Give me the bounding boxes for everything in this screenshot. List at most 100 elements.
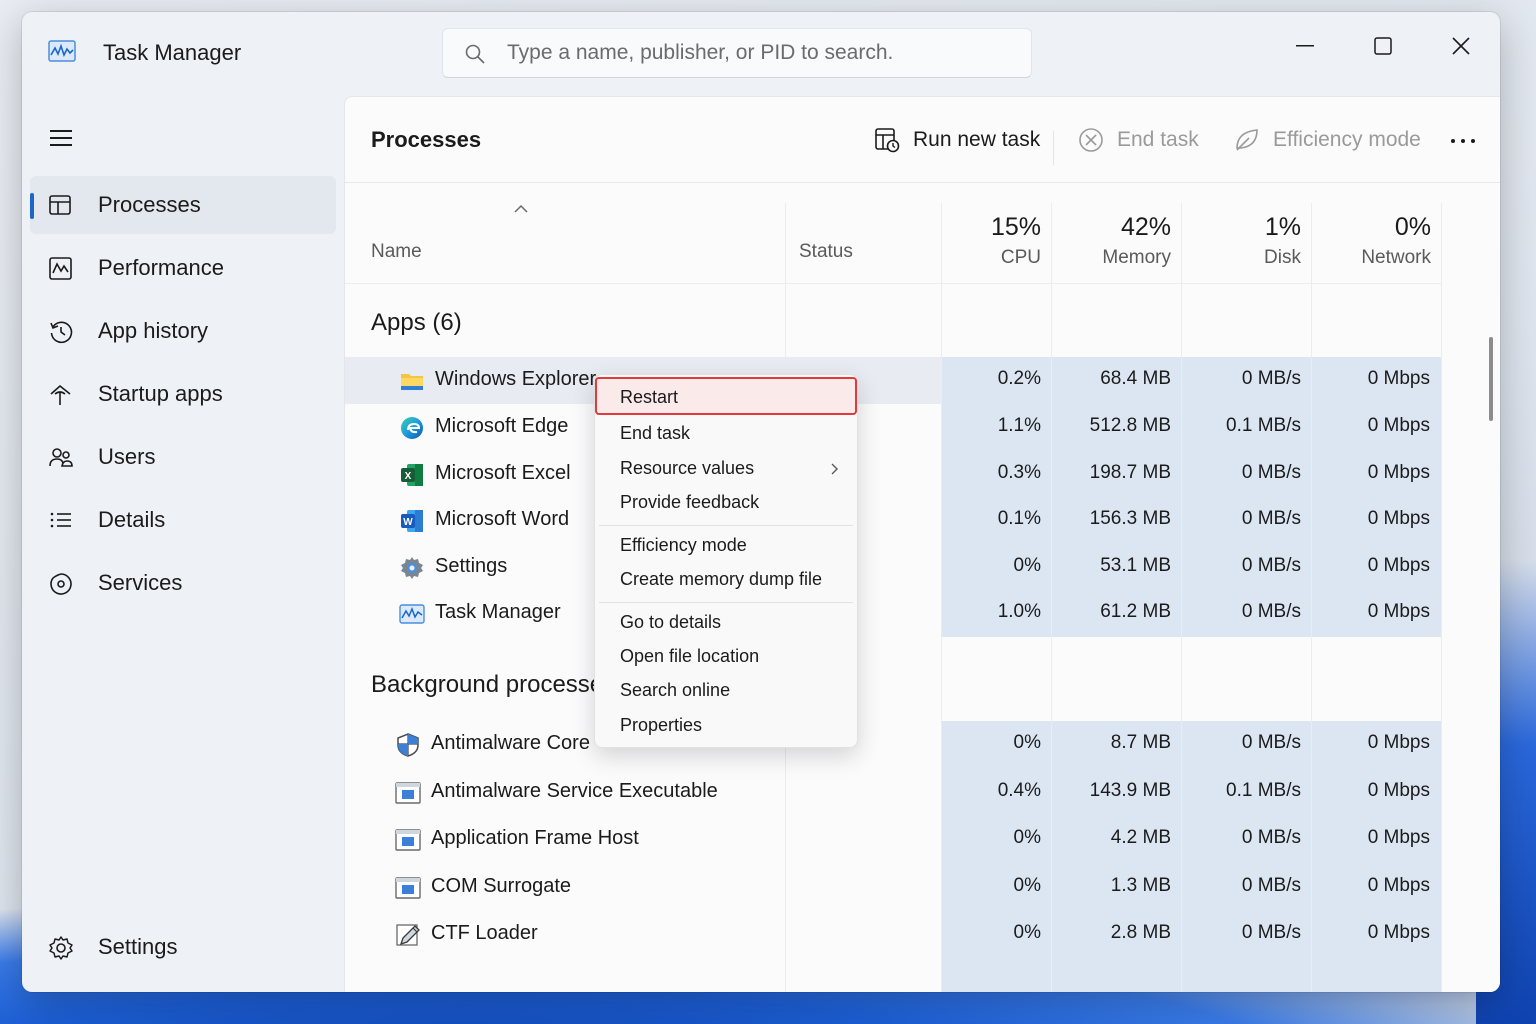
process-name: CTF Loader (431, 922, 538, 944)
disk-value: 0 MB/s (1241, 601, 1301, 622)
network-value: 0 Mbps (1367, 827, 1430, 848)
group-title-apps[interactable]: Apps (6) (371, 309, 462, 337)
context-menu-restart[interactable]: Restart (595, 377, 857, 415)
vertical-scrollbar[interactable] (1489, 337, 1493, 421)
table-row[interactable]: Task Manager 1.0% 61.2 MB 0 MB/s 0 Mbps (345, 590, 1441, 637)
group-title-background[interactable]: Background processes (371, 671, 615, 699)
details-icon (48, 508, 74, 534)
network-total: 0% (1394, 213, 1431, 241)
context-menu-efficiency-mode[interactable]: Efficiency mode (599, 529, 853, 563)
pen-icon (395, 922, 421, 948)
processes-icon (48, 193, 74, 219)
group-title-background-clip: Background processes (371, 671, 617, 705)
sidebar-item-label: Details (98, 507, 166, 532)
table-row[interactable]: Application Frame Host 0% 4.2 MB 0 MB/s … (345, 816, 1441, 863)
memory-value: 68.4 MB (1100, 368, 1171, 389)
memory-value: 156.3 MB (1089, 508, 1171, 529)
task-manager-logo-icon (48, 40, 76, 62)
table-row[interactable]: Antimalware Core Service 0% 8.7 MB 0 MB/… (345, 721, 1441, 768)
cpu-value: 0% (1013, 732, 1041, 753)
sidebar-item-label: App history (98, 318, 209, 343)
table-row[interactable]: X Microsoft Excel 0.3% 198.7 MB 0 MB/s 0… (345, 451, 1441, 498)
network-value: 0 Mbps (1367, 368, 1430, 389)
minimize-icon (1296, 45, 1314, 47)
run-new-task-button[interactable]: Run new task (873, 123, 1040, 157)
sidebar-item-services[interactable]: Services (30, 554, 336, 612)
column-header-name[interactable]: Name (371, 241, 422, 263)
more-options-button[interactable] (1445, 127, 1481, 155)
disk-value: 0 MB/s (1241, 508, 1301, 529)
table-row[interactable]: Settings 0% 53.1 MB 0 MB/s 0 Mbps (345, 544, 1441, 591)
cpu-value: 0% (1013, 827, 1041, 848)
settings-gear-icon (399, 555, 425, 581)
toolbar-divider (1053, 131, 1054, 165)
excel-icon: X (399, 462, 425, 488)
end-task-button[interactable]: End task (1077, 123, 1199, 157)
sidebar-item-label: Performance (98, 255, 224, 280)
process-name: Task Manager (435, 601, 561, 623)
minimize-button[interactable] (1282, 28, 1328, 64)
network-value: 0 Mbps (1367, 601, 1430, 622)
memory-value: 8.7 MB (1110, 732, 1171, 753)
run-new-task-icon (873, 126, 901, 154)
context-menu: Restart End task Resource values Provide… (594, 374, 858, 748)
window-title: Task Manager (103, 40, 242, 65)
network-value: 0 Mbps (1367, 732, 1430, 753)
network-value: 0 Mbps (1367, 875, 1430, 896)
sidebar-item-app-history[interactable]: App history (30, 302, 336, 360)
context-menu-provide-feedback[interactable]: Provide feedback (599, 486, 853, 520)
cpu-value: 1.1% (997, 415, 1041, 436)
hamburger-icon (50, 130, 72, 146)
sidebar-item-startup-apps[interactable]: Startup apps (30, 365, 336, 423)
table-row[interactable]: W Microsoft Word 0.1% 156.3 MB 0 MB/s 0 … (345, 497, 1441, 544)
sidebar-item-processes[interactable]: Processes (30, 176, 336, 234)
search-box[interactable] (442, 28, 1032, 78)
network-value: 0 Mbps (1367, 922, 1430, 943)
context-menu-resource-values[interactable]: Resource values (599, 452, 853, 486)
context-menu-properties[interactable]: Properties (599, 709, 853, 743)
hamburger-menu-button[interactable] (48, 126, 76, 150)
close-button[interactable] (1438, 28, 1484, 64)
table-row[interactable]: Microsoft Edge 1.1% 512.8 MB 0.1 MB/s 0 … (345, 404, 1441, 451)
memory-value: 1.3 MB (1110, 875, 1171, 896)
more-icon (1451, 139, 1475, 143)
table-row[interactable]: CTF Loader 0% 2.8 MB 0 MB/s 0 Mbps (345, 911, 1441, 958)
page-title: Processes (371, 127, 482, 152)
context-menu-end-task[interactable]: End task (599, 417, 853, 451)
menu-item-label: Create memory dump file (620, 569, 823, 589)
column-header-disk[interactable]: 1% Disk (1181, 213, 1301, 269)
sidebar-item-details[interactable]: Details (30, 491, 336, 549)
search-input[interactable] (507, 37, 1007, 69)
column-header-cpu[interactable]: 15% CPU (941, 213, 1041, 269)
maximize-button[interactable] (1360, 28, 1406, 64)
chevron-right-icon (829, 462, 839, 476)
context-menu-open-file-location[interactable]: Open file location (599, 640, 853, 674)
memory-value: 4.2 MB (1110, 827, 1171, 848)
disk-value: 0 MB/s (1241, 827, 1301, 848)
process-name: Settings (435, 555, 508, 577)
network-value: 0 Mbps (1367, 555, 1430, 576)
column-header-status[interactable]: Status (799, 241, 853, 263)
menu-item-label: End task (620, 423, 691, 443)
table-row[interactable]: COM Surrogate 0% 1.3 MB 0 MB/s 0 Mbps (345, 864, 1441, 911)
process-name: Windows Explorer (435, 368, 597, 390)
column-header-network[interactable]: 0% Network (1311, 213, 1431, 269)
context-menu-create-memory-dump[interactable]: Create memory dump file (599, 563, 853, 597)
efficiency-mode-button[interactable]: Efficiency mode (1233, 123, 1421, 157)
disk-value: 0 MB/s (1241, 462, 1301, 483)
sidebar-item-settings[interactable]: Settings (30, 918, 336, 976)
table-row[interactable]: Antimalware Service Executable 0.4% 143.… (345, 769, 1441, 816)
svg-text:W: W (403, 517, 413, 528)
menu-item-label: Resource values (620, 458, 755, 478)
disk-value: 0 MB/s (1241, 732, 1301, 753)
disk-total: 1% (1264, 213, 1301, 241)
context-menu-go-to-details[interactable]: Go to details (599, 606, 853, 640)
sidebar-item-users[interactable]: Users (30, 428, 336, 486)
column-header-memory[interactable]: 42% Memory (1051, 213, 1171, 269)
cpu-value: 0.2% (997, 368, 1041, 389)
cpu-value: 0.1% (997, 508, 1041, 529)
sidebar-item-performance[interactable]: Performance (30, 239, 336, 297)
context-menu-search-online[interactable]: Search online (599, 674, 853, 708)
network-value: 0 Mbps (1367, 415, 1430, 436)
maximize-icon (1374, 37, 1392, 55)
